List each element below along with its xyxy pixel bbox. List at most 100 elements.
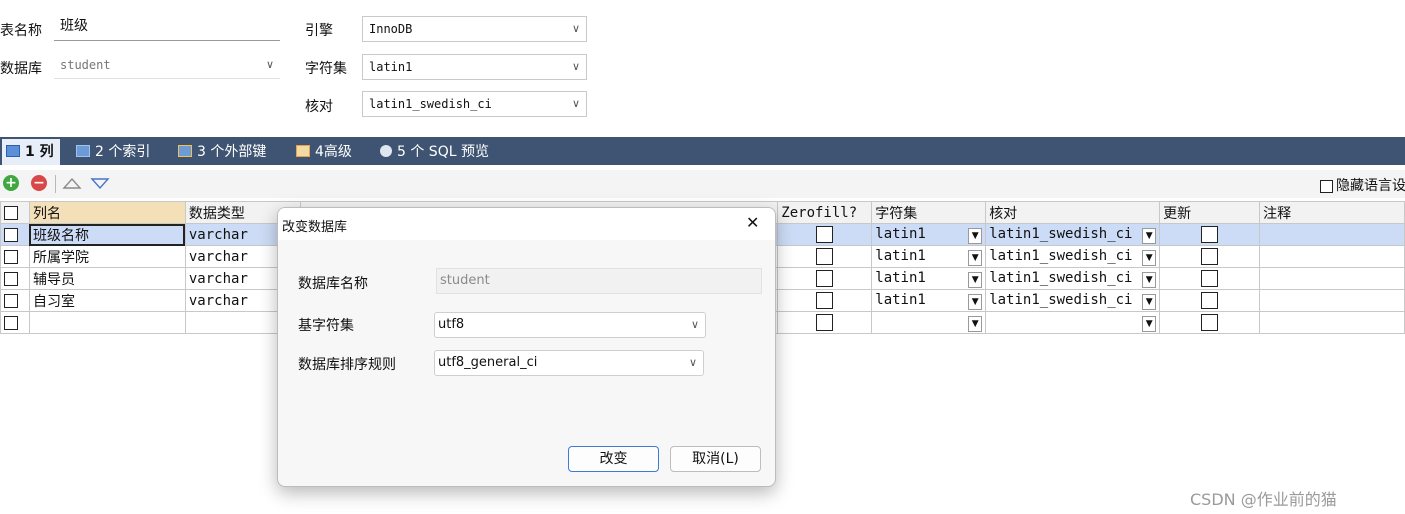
collation-select[interactable]: utf8_general_ci ∨ <box>434 350 704 376</box>
cell-charset[interactable]: latin1 ▼ <box>871 223 987 246</box>
zerofill-checkbox[interactable] <box>816 226 834 243</box>
tab-sql-preview[interactable]: 5 个 SQL 预览 <box>380 139 489 165</box>
update-checkbox[interactable] <box>1201 292 1219 309</box>
charset-text: latin1 <box>875 269 926 286</box>
charset-select[interactable]: utf8 ∨ <box>434 312 706 338</box>
cell-comment[interactable] <box>1259 267 1405 290</box>
chevron-down-icon: ∨ <box>571 60 580 73</box>
cell-charset[interactable]: latin1 ▼ <box>871 267 987 290</box>
alter-database-dialog: 改变数据库 ✕ 数据库名称 student 基字符集 utf8 ∨ 数据库排序规则… <box>277 207 776 487</box>
dropdown-arrow-icon[interactable]: ▼ <box>1142 271 1157 288</box>
header-charset[interactable]: 字符集 <box>871 201 987 224</box>
row-checkbox[interactable] <box>4 315 18 330</box>
cell-collation[interactable]: latin1_swedish_ci ▼ <box>985 245 1161 268</box>
remove-column-icon[interactable]: − <box>31 175 47 191</box>
row-checkbox[interactable] <box>4 227 18 242</box>
ok-button[interactable]: 改变 <box>568 446 659 472</box>
cell-collation[interactable]: latin1_swedish_ci ▼ <box>985 289 1161 312</box>
cell-name[interactable]: 班级名称 <box>28 223 186 246</box>
row-checkbox[interactable] <box>4 293 18 308</box>
tab-advanced[interactable]: 4高级 <box>296 139 352 165</box>
row-select-cell[interactable] <box>0 311 30 334</box>
row-select-cell[interactable] <box>0 289 30 312</box>
dropdown-arrow-icon[interactable]: ▼ <box>968 249 983 266</box>
cell-collation[interactable]: ▼ <box>985 311 1161 334</box>
cell-name[interactable]: 自习室 <box>28 289 186 312</box>
cell-update[interactable] <box>1159 289 1261 312</box>
cell-update[interactable] <box>1159 223 1261 246</box>
dropdown-arrow-icon[interactable]: ▼ <box>1142 315 1157 332</box>
charset-select[interactable]: latin1 ∨ <box>362 54 587 80</box>
tab-indexes[interactable]: 2 个索引 <box>76 139 150 165</box>
cell-charset[interactable]: ▼ <box>871 311 987 334</box>
dropdown-arrow-icon[interactable]: ▼ <box>1142 249 1157 266</box>
close-icon[interactable]: ✕ <box>746 213 759 232</box>
select-all-cell[interactable] <box>0 201 30 224</box>
cell-zerofill[interactable] <box>777 311 873 334</box>
cell-comment[interactable] <box>1259 245 1405 268</box>
tab-foreign-keys[interactable]: 3 个外部键 <box>178 139 266 165</box>
zerofill-checkbox[interactable] <box>816 314 834 331</box>
cell-comment[interactable] <box>1259 223 1405 246</box>
engine-select[interactable]: InnoDB ∨ <box>362 16 587 42</box>
cell-update[interactable] <box>1159 245 1261 268</box>
select-all-checkbox[interactable] <box>4 205 18 220</box>
header-update[interactable]: 更新 <box>1159 201 1261 224</box>
cell-collation[interactable]: latin1_swedish_ci ▼ <box>985 267 1161 290</box>
row-select-cell[interactable] <box>0 245 30 268</box>
zerofill-checkbox[interactable] <box>816 248 834 265</box>
header-zerofill[interactable]: Zerofill? <box>777 201 873 224</box>
cell-charset[interactable]: latin1 ▼ <box>871 245 987 268</box>
charset-label: 字符集 <box>305 61 347 77</box>
update-checkbox[interactable] <box>1201 226 1219 243</box>
update-checkbox[interactable] <box>1201 248 1219 265</box>
dropdown-arrow-icon[interactable]: ▼ <box>968 315 983 332</box>
tab-bar: 1 列 2 个索引 3 个外部键 4高级 5 个 SQL 预览 <box>0 137 1405 165</box>
engine-label: 引擎 <box>305 23 333 39</box>
cell-zerofill[interactable] <box>777 223 873 246</box>
sql-preview-icon <box>380 145 392 157</box>
collation-value: latin1_swedish_ci <box>369 97 492 111</box>
move-down-icon[interactable] <box>90 176 110 190</box>
row-checkbox[interactable] <box>4 249 18 264</box>
cell-update[interactable] <box>1159 311 1261 334</box>
header-collation[interactable]: 核对 <box>985 201 1161 224</box>
zerofill-checkbox[interactable] <box>816 292 834 309</box>
row-select-cell[interactable] <box>0 267 30 290</box>
cell-comment[interactable] <box>1259 311 1405 334</box>
dropdown-arrow-icon[interactable]: ▼ <box>968 293 983 310</box>
watermark: CSDN @作业前的猫 <box>1190 490 1337 509</box>
table-name-input[interactable]: 班级 <box>54 15 280 41</box>
dropdown-arrow-icon[interactable]: ▼ <box>1142 227 1157 244</box>
hide-language-toggle[interactable]: 隐藏语言设 <box>1320 175 1405 195</box>
move-up-icon[interactable] <box>62 176 82 190</box>
dropdown-arrow-icon[interactable]: ▼ <box>968 271 983 288</box>
dropdown-arrow-icon[interactable]: ▼ <box>1142 293 1157 310</box>
cell-zerofill[interactable] <box>777 289 873 312</box>
cell-zerofill[interactable] <box>777 245 873 268</box>
hide-language-checkbox[interactable] <box>1320 179 1333 193</box>
update-checkbox[interactable] <box>1201 314 1219 331</box>
tab-advanced-label: 4高级 <box>315 144 352 160</box>
header-name[interactable]: 列名 <box>28 201 186 224</box>
cancel-button[interactable]: 取消(L) <box>670 446 761 472</box>
row-select-cell[interactable] <box>0 223 30 246</box>
collation-select[interactable]: latin1_swedish_ci ∨ <box>362 91 587 117</box>
dropdown-arrow-icon[interactable]: ▼ <box>968 227 983 244</box>
tab-columns[interactable]: 1 列 <box>2 139 60 165</box>
cell-collation[interactable]: latin1_swedish_ci ▼ <box>985 223 1161 246</box>
zerofill-checkbox[interactable] <box>816 270 834 287</box>
toolbar-divider <box>55 175 56 193</box>
cell-zerofill[interactable] <box>777 267 873 290</box>
header-comment[interactable]: 注释 <box>1259 201 1405 224</box>
cell-comment[interactable] <box>1259 289 1405 312</box>
update-checkbox[interactable] <box>1201 270 1219 287</box>
row-checkbox[interactable] <box>4 271 18 286</box>
cell-name[interactable] <box>28 311 186 334</box>
add-column-icon[interactable]: + <box>3 175 19 191</box>
cell-name[interactable]: 所属学院 <box>28 245 186 268</box>
cell-charset[interactable]: latin1 ▼ <box>871 289 987 312</box>
cell-name[interactable]: 辅导员 <box>28 267 186 290</box>
database-value: student <box>60 58 111 72</box>
cell-update[interactable] <box>1159 267 1261 290</box>
